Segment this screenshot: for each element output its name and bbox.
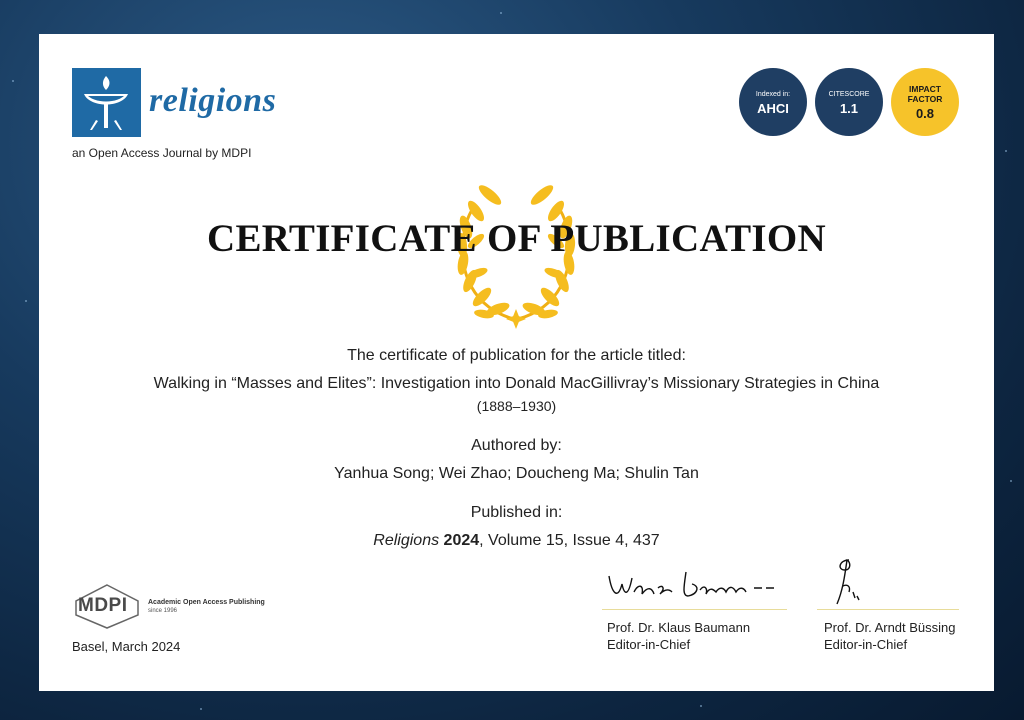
indexing-badge: Indexed in: AHCI xyxy=(739,68,807,136)
certificate-title: CERTIFICATE OF PUBLICATION xyxy=(207,217,826,260)
mdpi-wordmark: MDPI xyxy=(78,595,128,616)
journal-name: religions xyxy=(149,82,277,119)
signatory-name: Prof. Dr. Arndt Büssing xyxy=(824,620,956,635)
intro-text: The certificate of publication for the a… xyxy=(347,347,686,364)
background-star xyxy=(12,80,14,82)
journal-subtitle: an Open Access Journal by MDPI xyxy=(72,146,252,160)
publisher-tagline: Academic Open Access Publishing xyxy=(148,599,265,606)
badge-label: IMPACT FACTOR xyxy=(907,84,943,104)
article-title: Walking in “Masses and Elites”: Investig… xyxy=(153,375,880,392)
badge-value: AHCI xyxy=(757,101,789,116)
background-star xyxy=(1005,150,1007,152)
badge-label: Indexed in: xyxy=(755,91,791,98)
signature-line xyxy=(602,609,787,610)
badge-value: 1.1 xyxy=(839,101,859,116)
signatory-1: Prof. Dr. Klaus Baumann Editor-in-Chief xyxy=(607,619,750,653)
publication-year: 2024 xyxy=(443,532,480,549)
journal-italic-name: Religions xyxy=(373,532,440,549)
signatory-name: Prof. Dr. Klaus Baumann xyxy=(607,620,751,635)
signatory-role: Editor-in-Chief xyxy=(824,637,908,652)
background-star xyxy=(200,708,202,710)
publisher-since: since 1996 xyxy=(148,608,178,614)
signatory-role: Editor-in-Chief xyxy=(607,637,691,652)
authored-label: Authored by: xyxy=(471,437,562,454)
signature-buessing-icon xyxy=(836,558,860,605)
published-label: Published in: xyxy=(470,504,563,521)
background-star xyxy=(500,12,502,14)
impact-factor-badge: IMPACT FACTOR 0.8 xyxy=(891,68,959,136)
badge-value: 0.8 xyxy=(915,106,935,121)
background-star xyxy=(1010,480,1012,482)
citescore-badge: CITESCORE 1.1 xyxy=(815,68,883,136)
authors-list: Yanhua Song; Wei Zhao; Doucheng Ma; Shul… xyxy=(334,465,699,482)
background-star xyxy=(25,300,27,302)
signatory-2: Prof. Dr. Arndt Büssing Editor-in-Chief xyxy=(824,619,956,653)
badge-label: CITESCORE xyxy=(828,91,870,98)
signature-baumann-icon xyxy=(608,571,774,597)
journal-logo-icon xyxy=(72,68,141,137)
article-title-continuation: (1888–1930) xyxy=(476,398,557,414)
certificate-card: religions an Open Access Journal by MDPI… xyxy=(39,34,994,691)
signature-line xyxy=(817,609,959,610)
background-star xyxy=(700,705,702,707)
publication-details: Religions 2024, Volume 15, Issue 4, 437 xyxy=(39,532,994,550)
place-date: Basel, March 2024 xyxy=(72,639,181,654)
volume-issue: , Volume 15, Issue 4, 437 xyxy=(479,532,660,549)
mdpi-logo: MDPI Academic Open Access Publishing sin… xyxy=(72,583,265,634)
